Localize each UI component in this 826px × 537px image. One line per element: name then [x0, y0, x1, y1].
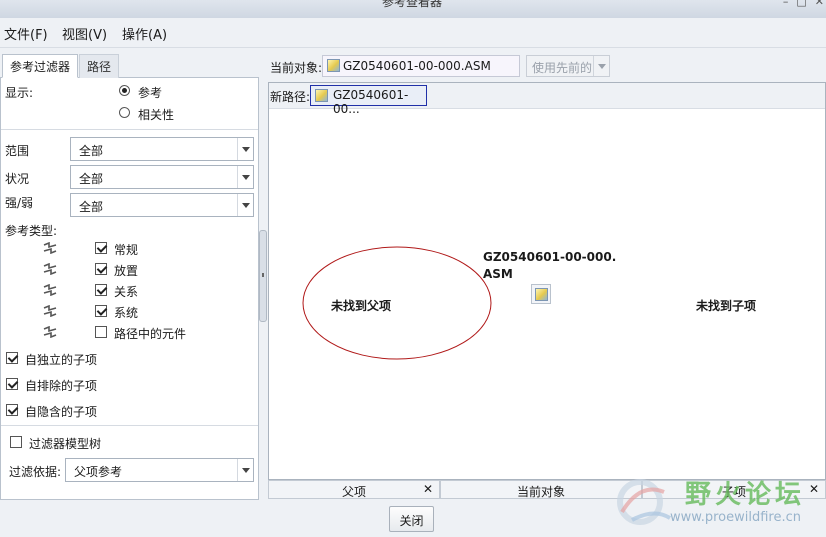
auto-independent-children-label: 自独立的子项 [25, 353, 98, 367]
close-icon[interactable]: ✕ [815, 0, 824, 8]
reference-graph-canvas[interactable]: 新路径: GZ0540601-00... 未找到父项 GZ0540601-00-… [268, 82, 826, 480]
scope-value: 全部 [79, 144, 104, 158]
menu-view[interactable]: 视图(V) [62, 24, 107, 43]
maximize-icon[interactable]: □ [796, 0, 806, 8]
display-reference-label: 参考 [138, 86, 163, 100]
ref-type-label: 参考类型: [5, 224, 58, 238]
current-object-value: GZ0540601-00-000.ASM [343, 59, 491, 73]
menu-file[interactable]: 文件(F) [4, 24, 48, 43]
tab-parents[interactable]: 父项 ✕ [268, 480, 440, 499]
ref-type-regular-checkbox[interactable] [95, 242, 107, 254]
ref-type-relation-checkbox[interactable] [95, 284, 107, 296]
window-title: 参考查看器 [382, 0, 443, 9]
reference-type-icon [43, 263, 57, 275]
panel-tabs: 参考过滤器 路径 [0, 52, 259, 78]
ref-type-path-component-label: 路径中的元件 [114, 327, 187, 341]
chevron-down-icon[interactable] [237, 166, 253, 188]
strength-label: 强/弱 [5, 196, 34, 210]
reference-type-icon [43, 242, 57, 254]
filter-panel-body: 显示: 参考 相关性 范围 全部 状况 全部 强/弱 全部 参考类型: 常规 放… [0, 78, 259, 500]
chevron-down-icon[interactable] [237, 194, 253, 216]
minimize-icon[interactable]: – [783, 0, 789, 8]
ref-type-placement-checkbox[interactable] [95, 263, 107, 275]
filter-basis-label: 过滤依据: [9, 465, 62, 479]
tab-parents-label: 父项 [341, 485, 366, 499]
menu-bar: 文件(F) 视图(V) 操作(A) [0, 18, 826, 48]
ref-type-relation-label: 关系 [114, 285, 139, 299]
parent-not-found-label: 未找到父项 [331, 299, 392, 313]
tab-path[interactable]: 路径 [79, 54, 120, 78]
assembly-icon [327, 59, 340, 72]
scope-select[interactable]: 全部 [70, 137, 254, 161]
use-previous-label: 使用先前的 [532, 61, 593, 75]
divider [1, 129, 258, 130]
ref-type-regular-label: 常规 [114, 243, 139, 257]
ref-type-placement-label: 放置 [114, 264, 139, 278]
panel-splitter-handle[interactable] [259, 230, 267, 322]
site-watermark: 野火论坛 www.proewildfire.cn [612, 468, 826, 537]
status-value: 全部 [79, 172, 104, 186]
new-path-item[interactable]: GZ0540601-00... [310, 85, 427, 116]
auto-independent-children-checkbox[interactable] [6, 352, 18, 364]
ref-type-system-label: 系统 [114, 306, 139, 320]
auto-implied-children-checkbox[interactable] [6, 404, 18, 416]
strength-value: 全部 [79, 200, 104, 214]
assembly-icon [535, 288, 548, 301]
new-path-value: GZ0540601-00... [333, 88, 409, 116]
use-previous-button[interactable]: 使用先前的 [526, 55, 610, 77]
tab-current-object-label: 当前对象 [516, 485, 565, 499]
filter-model-tree-label: 过滤器模型树 [29, 437, 102, 451]
new-path-bar: 新路径: GZ0540601-00... [269, 83, 825, 116]
auto-excluded-children-label: 自排除的子项 [25, 379, 98, 393]
tab-reference-filter[interactable]: 参考过滤器 [2, 54, 79, 78]
reference-type-icon [43, 284, 57, 296]
current-node-label-line2: ASM [483, 267, 513, 281]
close-icon[interactable]: ✕ [423, 482, 433, 496]
display-reference-radio[interactable] [119, 85, 130, 96]
current-node-label-line1: GZ0540601-00-000. [483, 250, 617, 264]
parent-highlight-ellipse [302, 246, 492, 360]
assembly-icon [315, 89, 328, 102]
status-select[interactable]: 全部 [70, 165, 254, 189]
display-dependency-radio[interactable] [119, 107, 130, 118]
ref-type-path-component-checkbox[interactable] [95, 326, 107, 338]
filter-basis-select[interactable]: 父项参考 [65, 458, 254, 482]
title-bar: 参考查看器 – □ ✕ [0, 0, 826, 18]
scope-label: 范围 [5, 144, 30, 158]
ref-type-system-checkbox[interactable] [95, 305, 107, 317]
display-dependency-label: 相关性 [138, 108, 175, 122]
menu-action[interactable]: 操作(A) [122, 24, 167, 43]
new-path-label: 新路径: [270, 90, 311, 104]
child-not-found-label: 未找到子项 [696, 299, 757, 313]
reference-type-icon [43, 326, 57, 338]
watermark-url: www.proewildfire.cn [670, 510, 801, 525]
auto-excluded-children-checkbox[interactable] [6, 378, 18, 390]
auto-implied-children-label: 自隐含的子项 [25, 405, 98, 419]
filter-basis-value: 父项参考 [74, 465, 123, 479]
watermark-name: 野火论坛 [685, 480, 806, 510]
filter-panel: 参考过滤器 路径 显示: 参考 相关性 范围 全部 状况 全部 强/弱 全部 参… [0, 52, 259, 500]
current-object-field[interactable]: GZ0540601-00-000.ASM [322, 55, 520, 77]
filter-model-tree-checkbox[interactable] [10, 436, 22, 448]
strength-select[interactable]: 全部 [70, 193, 254, 217]
current-node[interactable] [531, 284, 551, 304]
chevron-down-icon[interactable] [237, 459, 253, 481]
watermark-logo-icon [617, 479, 672, 525]
current-object-bar: 当前对象: GZ0540601-00-000.ASM 使用先前的 [268, 52, 826, 82]
window-controls: – □ ✕ [783, 0, 824, 8]
divider [1, 425, 258, 426]
current-object-label: 当前对象: [270, 61, 323, 75]
display-label: 显示: [5, 86, 34, 100]
status-label: 状况 [5, 172, 30, 186]
chevron-down-icon[interactable] [593, 56, 609, 76]
chevron-down-icon[interactable] [237, 138, 253, 160]
close-button[interactable]: 关闭 [389, 506, 434, 532]
reference-type-icon [43, 305, 57, 317]
